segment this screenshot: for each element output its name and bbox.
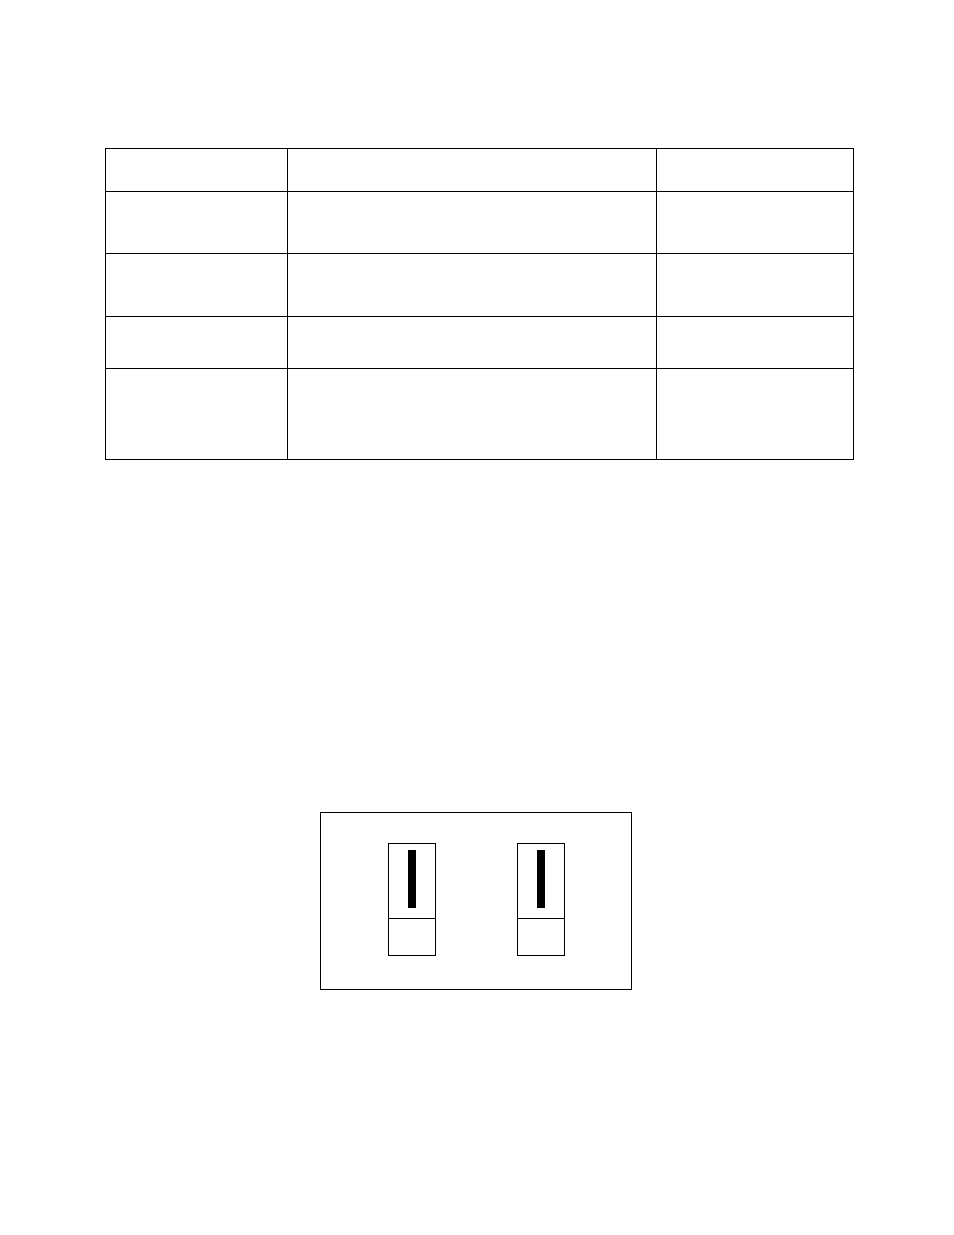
switch-slot (518, 844, 564, 919)
switch-lever-icon (408, 850, 416, 908)
table-row (106, 192, 854, 254)
table-cell (106, 254, 288, 317)
table-cell (287, 317, 657, 369)
table-row (106, 149, 854, 192)
switch-label (518, 919, 564, 955)
switch-diagram (320, 812, 632, 990)
table-row (106, 254, 854, 317)
table-cell (287, 192, 657, 254)
table-cell (106, 149, 288, 192)
table-cell (657, 192, 854, 254)
table-row (106, 369, 854, 460)
table-row (106, 317, 854, 369)
table-cell (657, 254, 854, 317)
table-cell (106, 369, 288, 460)
table-cell (106, 192, 288, 254)
spec-table (105, 148, 854, 460)
switch-lever-icon (537, 850, 545, 908)
table-cell (287, 254, 657, 317)
toggle-switch-icon (517, 843, 565, 956)
table-cell (287, 149, 657, 192)
table-cell (106, 317, 288, 369)
switch-slot (389, 844, 435, 919)
table-cell (657, 149, 854, 192)
table-cell (287, 369, 657, 460)
switch-label (389, 919, 435, 955)
table-cell (657, 369, 854, 460)
table-cell (657, 317, 854, 369)
page (0, 0, 954, 1235)
toggle-switch-icon (388, 843, 436, 956)
